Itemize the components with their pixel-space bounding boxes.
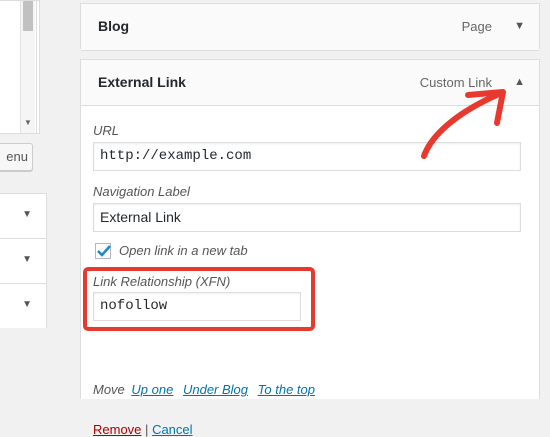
- items-list-box: ▼: [0, 0, 40, 134]
- menu-item-title: External Link: [98, 74, 186, 90]
- navigation-label-label: Navigation Label: [93, 184, 190, 199]
- menu-item-title: Blog: [98, 18, 130, 34]
- chevron-down-icon: ▼: [22, 254, 32, 265]
- url-input[interactable]: http://example.com: [93, 142, 521, 171]
- move-label: Move: [93, 382, 125, 397]
- chevron-up-icon[interactable]: ▲: [514, 76, 525, 88]
- open-new-tab-checkbox[interactable]: [95, 243, 111, 259]
- scroll-down-icon[interactable]: ▼: [23, 119, 33, 127]
- chevron-down-icon[interactable]: ▼: [514, 20, 525, 32]
- move-under-blog-link[interactable]: Under Blog: [183, 382, 248, 397]
- left-accordion-section[interactable]: ▼: [0, 193, 47, 238]
- item-actions: Remove | Cancel: [93, 422, 193, 437]
- scrollbar-thumb[interactable]: [23, 1, 33, 31]
- xfn-highlight-box: [83, 267, 315, 331]
- menu-item-type: Page: [461, 19, 492, 34]
- scrollbar[interactable]: ▼: [20, 1, 35, 133]
- move-to-top-link[interactable]: To the top: [258, 382, 315, 397]
- menu-item-handle[interactable]: Blog Page ▼: [81, 4, 539, 51]
- remove-link[interactable]: Remove: [93, 422, 141, 437]
- move-row: Move Up one Under Blog To the top: [93, 382, 318, 397]
- left-panel: ▼ enu ▼ ▼ ▼: [0, 0, 47, 399]
- move-up-one-link[interactable]: Up one: [131, 382, 173, 397]
- menu-item-blog: Blog Page ▼: [80, 3, 540, 51]
- open-new-tab-label: Open link in a new tab: [119, 243, 248, 258]
- menu-item-external-link: External Link Custom Link ▲ URL http://e…: [80, 59, 540, 437]
- action-separator: |: [145, 422, 149, 437]
- menu-item-settings: URL http://example.com Navigation Label …: [81, 106, 539, 437]
- menu-item-type: Custom Link: [419, 75, 492, 90]
- cancel-link[interactable]: Cancel: [152, 422, 192, 437]
- left-accordion-section[interactable]: ▼: [0, 238, 47, 283]
- items-list-scroll-area: ▼: [0, 1, 37, 133]
- chevron-down-icon: ▼: [22, 299, 32, 310]
- chevron-down-icon: ▼: [22, 209, 32, 220]
- menu-item-handle[interactable]: External Link Custom Link ▲: [81, 60, 539, 106]
- add-to-menu-button[interactable]: enu: [0, 143, 33, 171]
- navigation-label-input[interactable]: External Link: [93, 203, 521, 232]
- checkmark-icon: [97, 245, 111, 257]
- url-label: URL: [93, 123, 120, 138]
- left-accordion-section[interactable]: ▼: [0, 283, 47, 328]
